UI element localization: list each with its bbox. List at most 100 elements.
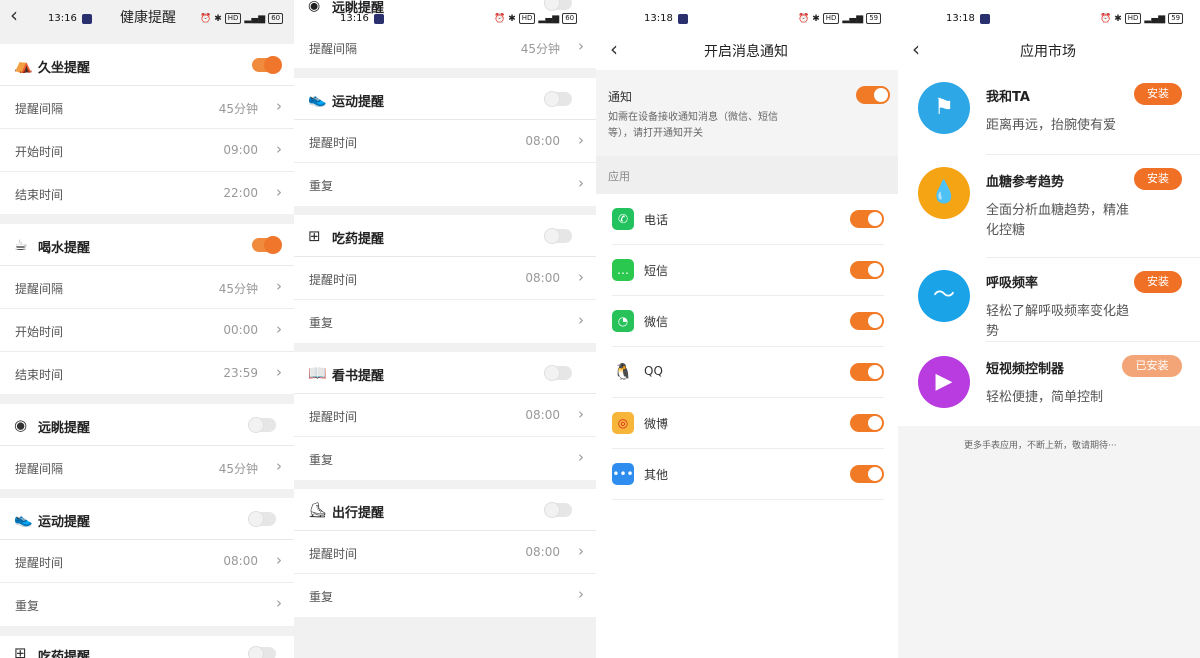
- app-name: 微信: [644, 315, 669, 329]
- signal-icon: ▂▄▆: [538, 13, 560, 24]
- installed-button[interactable]: 已安装: [1122, 355, 1182, 377]
- status-icons: ⏰ ✱ HD ▂▄▆ 60: [200, 13, 284, 24]
- eye-icon: ◉: [14, 416, 28, 434]
- back-arrow-icon[interactable]: ‹: [10, 5, 18, 25]
- sport-repeat-row[interactable]: 重复 ›: [0, 583, 294, 626]
- other-toggle[interactable]: [850, 465, 884, 483]
- chevron-right-icon: ›: [578, 405, 584, 423]
- blood-drop-icon: 💧: [918, 167, 970, 219]
- app-market-screen: 13:18 ⏰ ✱ HD ▂▄▆ 59 ‹ 应用市场 ⚑ 我和TA 距离再远，抬…: [898, 0, 1200, 658]
- sms-toggle[interactable]: [850, 261, 884, 279]
- row-label: 提醒间隔: [309, 42, 358, 56]
- battery-icon: 60: [268, 13, 284, 24]
- sport-toggle[interactable]: [248, 511, 276, 527]
- eye-interval-row[interactable]: 提醒间隔 45分钟 ›: [0, 446, 294, 489]
- travel-time-row[interactable]: 提醒时间 08:00 ›: [294, 531, 596, 574]
- sport-header: 👟 运动提醒: [0, 498, 294, 540]
- qq-toggle[interactable]: [850, 363, 884, 381]
- hd-icon: HD: [224, 13, 242, 24]
- market-list: ⚑ 我和TA 距离再远，抬腕使有爱 安装 💧 血糖参考趋势 全面分析血糖趋势，精…: [898, 70, 1200, 426]
- sport-time-row[interactable]: 提醒时间 08:00 ›: [0, 540, 294, 583]
- eye-interval-row[interactable]: 提醒间隔 45分钟 ›: [294, 26, 596, 69]
- sedentary-title: 久坐提醒: [38, 61, 91, 76]
- chevron-right-icon: ›: [276, 277, 282, 295]
- app-name: QQ: [644, 364, 663, 378]
- bluetooth-icon: ✱: [812, 13, 820, 24]
- sport-repeat-row[interactable]: 重复 ›: [294, 163, 596, 206]
- hd-icon: HD: [1124, 13, 1142, 24]
- travel-header: ⛸ 出行提醒: [294, 489, 596, 531]
- reading-toggle[interactable]: [544, 365, 572, 381]
- app-notification-icon: [678, 14, 688, 24]
- app-row-weibo: ◎ 微博: [612, 398, 884, 449]
- notify-desc-line1: 如需在设备接收通知消息（微信、短信: [608, 112, 778, 123]
- water-end-row[interactable]: 结束时间 23:59 ›: [0, 352, 294, 395]
- sport-time-row[interactable]: 提醒时间 08:00 ›: [294, 120, 596, 163]
- app-row-other: ••• 其他: [612, 449, 884, 500]
- medicine-time-row[interactable]: 提醒时间 08:00 ›: [294, 257, 596, 300]
- row-value: 00:00: [223, 323, 258, 337]
- notification-settings-screen: 13:18 ⏰ ✱ HD ▂▄▆ 59 ‹ 开启消息通知 通知 如需在设备接收通…: [596, 0, 898, 658]
- install-button[interactable]: 安装: [1134, 83, 1182, 105]
- wechat-toggle[interactable]: [850, 312, 884, 330]
- sport-toggle[interactable]: [544, 91, 572, 107]
- sedentary-end-row[interactable]: 结束时间 22:00 ›: [0, 172, 294, 215]
- medicine-header: ⊞ 吃药提醒: [294, 215, 596, 257]
- sedentary-section: ⛺ 久坐提醒 提醒间隔 45分钟 › 开始时间 09:00 › 结束时间 22:…: [0, 44, 294, 214]
- market-item[interactable]: 💧 血糖参考趋势 全面分析血糖趋势，精准化控糖 安装: [898, 155, 1200, 258]
- notify-master-toggle[interactable]: [856, 86, 890, 104]
- bluetooth-icon: ✱: [214, 13, 222, 24]
- weibo-toggle[interactable]: [850, 414, 884, 432]
- page-title: 健康提醒: [120, 10, 176, 26]
- chevron-right-icon: ›: [578, 448, 584, 466]
- wechat-icon: ◔: [612, 310, 634, 332]
- medicine-repeat-row[interactable]: 重复 ›: [294, 300, 596, 343]
- eye-header: ◉ 远眺提醒: [0, 404, 294, 446]
- travel-repeat-row[interactable]: 重复 ›: [294, 574, 596, 617]
- alarm-icon: ⏰: [494, 13, 506, 24]
- chevron-right-icon: ›: [578, 174, 584, 192]
- install-button[interactable]: 安装: [1134, 271, 1182, 293]
- chevron-right-icon: ›: [578, 542, 584, 560]
- signal-icon: ▂▄▆: [1144, 13, 1166, 24]
- panel3-header: 13:18 ⏰ ✱ HD ▂▄▆ 59 ‹ 开启消息通知: [596, 0, 898, 70]
- travel-toggle[interactable]: [544, 502, 572, 518]
- signal-icon: ▂▄▆: [244, 13, 266, 24]
- medicine-toggle[interactable]: [248, 646, 276, 658]
- water-start-row[interactable]: 开始时间 00:00 ›: [0, 309, 294, 352]
- row-label: 提醒时间: [309, 547, 358, 561]
- row-label: 开始时间: [15, 325, 64, 339]
- sport-section: 👟 运动提醒 提醒时间 08:00 › 重复 ›: [294, 78, 596, 206]
- sedentary-start-row[interactable]: 开始时间 09:00 ›: [0, 129, 294, 172]
- row-label: 提醒间隔: [15, 462, 64, 476]
- back-arrow-icon[interactable]: ‹: [912, 39, 920, 59]
- market-item[interactable]: ▶ 短视频控制器 轻松便捷，简单控制 已安装: [898, 342, 1200, 444]
- row-label: 结束时间: [15, 188, 64, 202]
- chevron-right-icon: ›: [276, 183, 282, 201]
- water-interval-row[interactable]: 提醒间隔 45分钟 ›: [0, 266, 294, 309]
- notify-master-block: 通知 如需在设备接收通知消息（微信、短信 等），请打开通知开关: [596, 70, 898, 156]
- row-value: 23:59: [223, 366, 258, 380]
- eye-section: ◉ 远眺提醒 13:16 ⏰ ✱ HD ▂▄▆ 60 提醒间隔 45分钟 ›: [294, 0, 596, 68]
- back-arrow-icon[interactable]: ‹: [610, 39, 618, 59]
- eye-toggle[interactable]: [248, 417, 276, 433]
- status-icons: ⏰ ✱ HD ▂▄▆ 60: [494, 13, 578, 24]
- install-button[interactable]: 安装: [1134, 168, 1182, 190]
- water-header: ☕ 喝水提醒: [0, 224, 294, 266]
- phone-toggle[interactable]: [850, 210, 884, 228]
- reading-time-row[interactable]: 提醒时间 08:00 ›: [294, 394, 596, 437]
- medicine-toggle[interactable]: [544, 228, 572, 244]
- chevron-right-icon: ›: [276, 551, 282, 569]
- status-time: 13:18: [644, 13, 673, 24]
- apps-section-header: 应用: [596, 156, 898, 194]
- app-notification-icon: [980, 14, 990, 24]
- market-item-name: 短视频控制器: [986, 362, 1065, 377]
- app-notification-icon: [374, 14, 384, 24]
- eye-toggle[interactable]: [544, 0, 572, 11]
- water-toggle[interactable]: [252, 236, 282, 254]
- market-item-desc: 距离再远，抬腕使有爱: [986, 118, 1117, 133]
- sedentary-interval-row[interactable]: 提醒间隔 45分钟 ›: [0, 86, 294, 129]
- reading-repeat-row[interactable]: 重复 ›: [294, 437, 596, 480]
- sedentary-toggle[interactable]: [252, 56, 282, 74]
- market-item-name: 我和TA: [986, 90, 1030, 105]
